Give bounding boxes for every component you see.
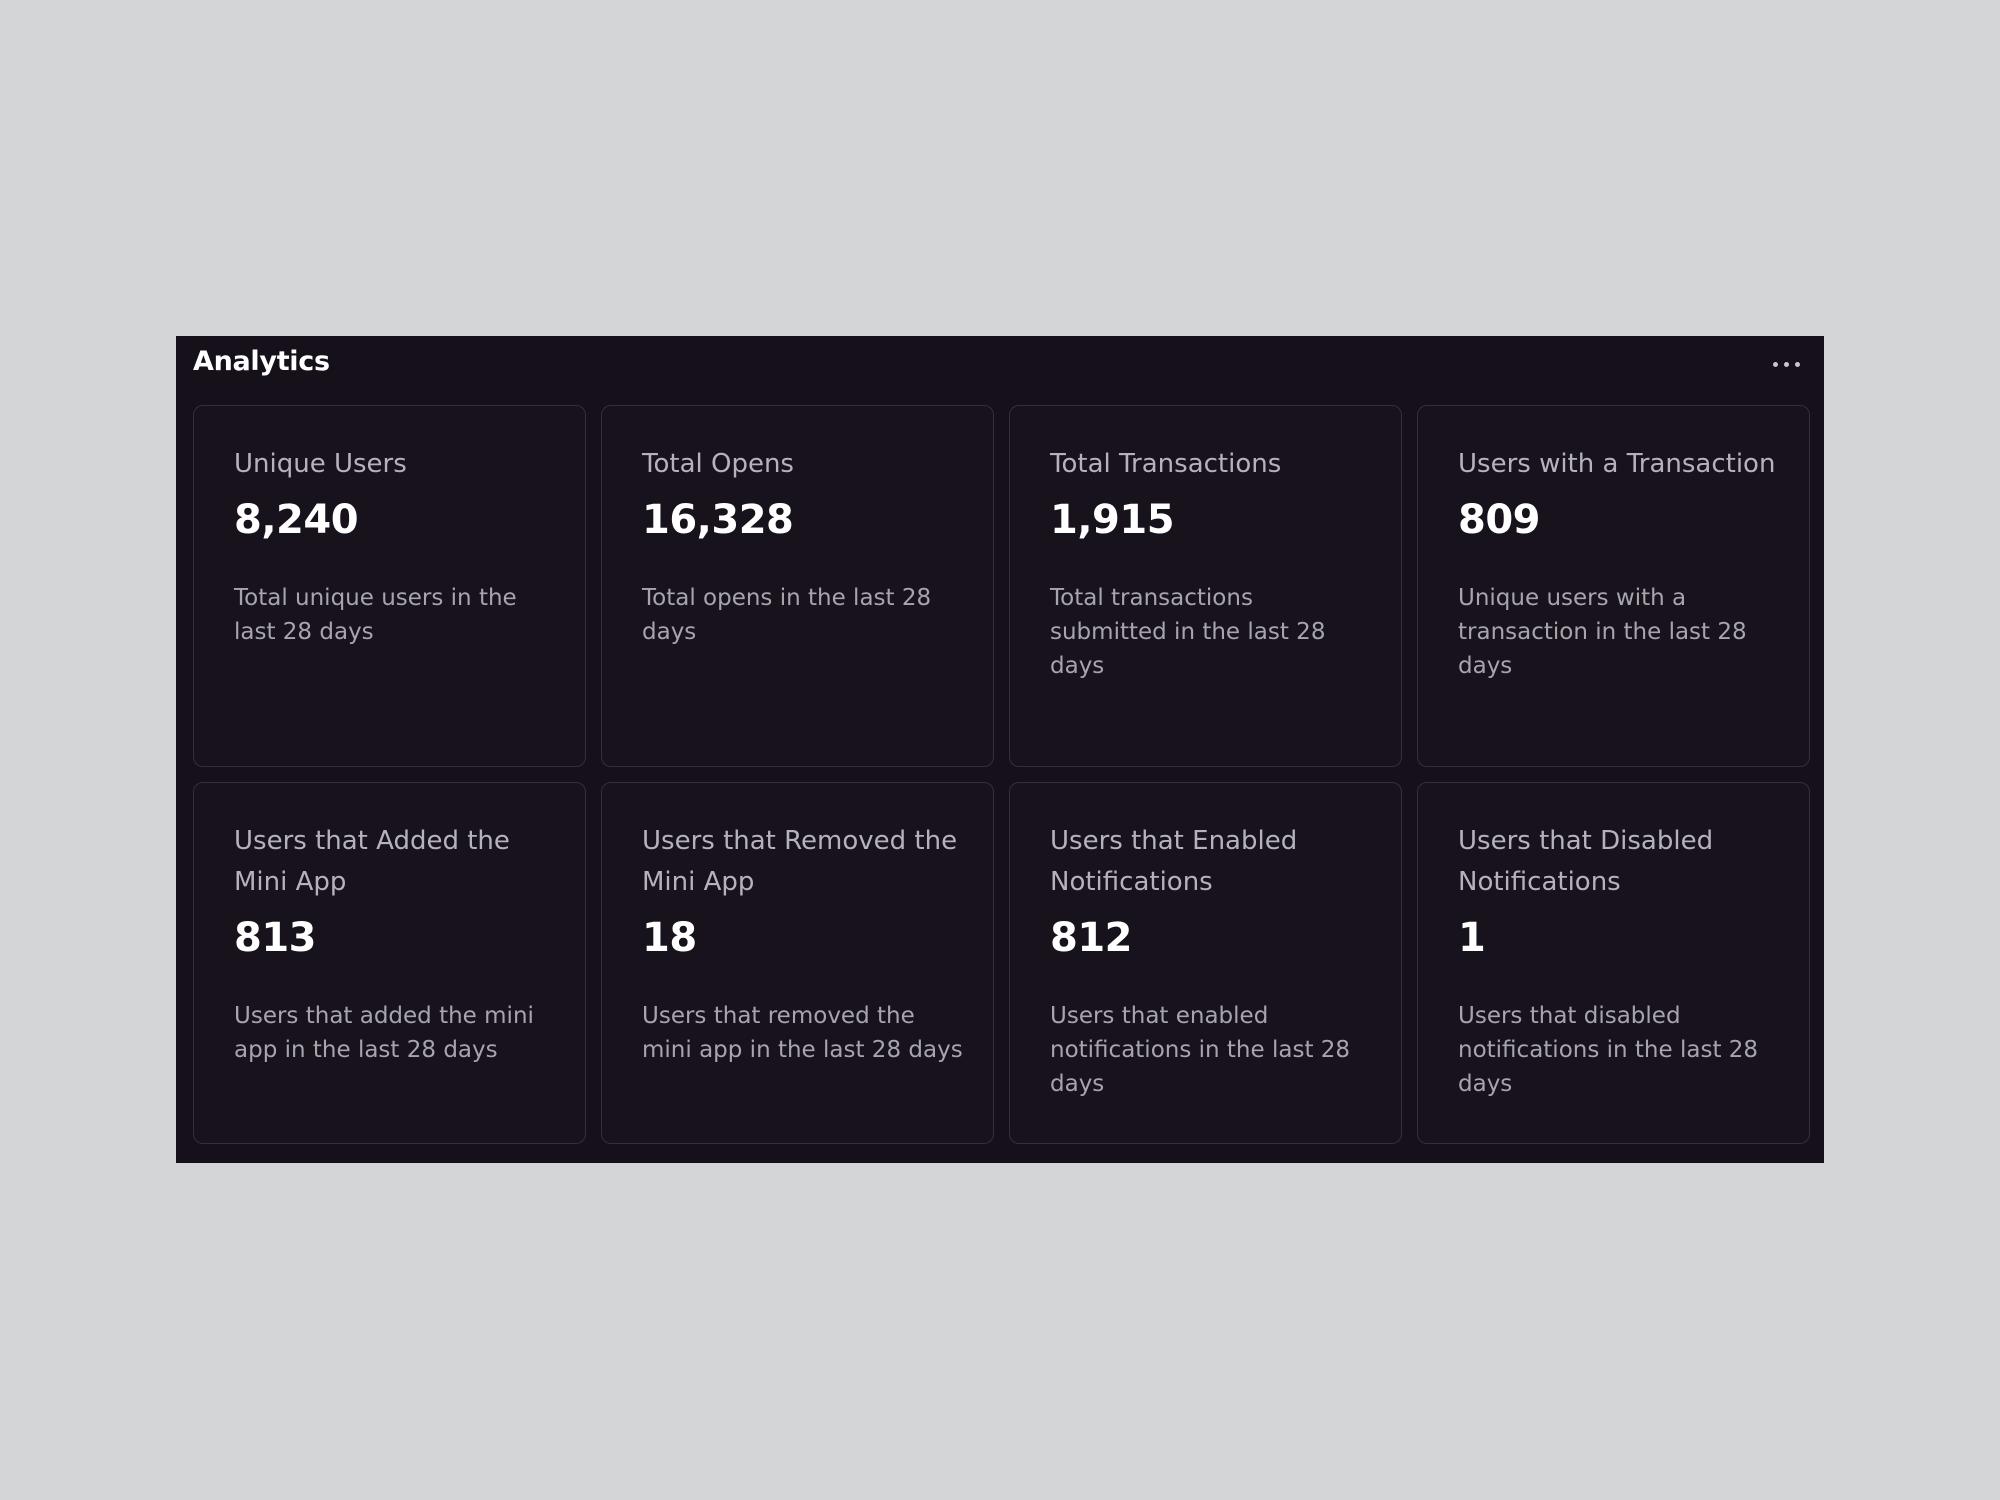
metric-card-users-removed-mini-app: Users that Removed the Mini App 18 Users… <box>601 782 994 1144</box>
more-horizontal-icon-dot <box>1794 361 1800 367</box>
metric-value: 812 <box>1050 915 1133 961</box>
metric-label: Unique Users <box>234 449 407 479</box>
metric-card-users-enabled-notifications: Users that Enabled Notifications 812 Use… <box>1009 782 1402 1144</box>
metric-label: Total Opens <box>642 449 794 479</box>
panel-title: Analytics <box>193 346 330 377</box>
metric-value: 18 <box>642 915 697 961</box>
metric-label: Users with a Transaction <box>1458 449 1776 479</box>
analytics-panel: Analytics Unique Users 8,240 Total uniqu… <box>176 336 1824 1163</box>
metric-label: Total Transactions <box>1050 449 1282 479</box>
metric-description: Users that added the mini app in the las… <box>234 1003 534 1063</box>
metric-label: Users that Disabled Notifications <box>1458 826 1714 897</box>
metric-card-total-transactions: Total Transactions 1,915 Total transacti… <box>1009 405 1402 767</box>
metric-card-users-with-transaction: Users with a Transaction 809 Unique user… <box>1417 405 1810 767</box>
metric-card-unique-users: Unique Users 8,240 Total unique users in… <box>193 405 586 767</box>
metric-label: Users that Added the Mini App <box>234 826 510 897</box>
metric-description: Unique users with a transaction in the l… <box>1458 585 1747 679</box>
metric-value: 1,915 <box>1050 497 1175 543</box>
more-horizontal-icon-dot <box>1783 361 1789 367</box>
metric-value: 16,328 <box>642 497 794 543</box>
metric-value: 8,240 <box>234 497 359 543</box>
metric-label: Users that Removed the Mini App <box>642 826 958 897</box>
metric-value: 813 <box>234 915 317 961</box>
metric-card-total-opens: Total Opens 16,328 Total opens in the la… <box>601 405 994 767</box>
metrics-grid: Unique Users 8,240 Total unique users in… <box>193 405 1811 1144</box>
metric-description: Users that enabled notifications in the … <box>1050 1003 1351 1097</box>
metric-card-users-disabled-notifications: Users that Disabled Notifications 1 User… <box>1417 782 1810 1144</box>
metric-card-users-added-mini-app: Users that Added the Mini App 813 Users … <box>193 782 586 1144</box>
metric-description: Users that disabled notifications in the… <box>1458 1003 1759 1097</box>
metric-label: Users that Enabled Notifications <box>1050 826 1298 897</box>
metric-value: 809 <box>1458 497 1541 543</box>
metric-description: Total transactions submitted in the last… <box>1050 585 1326 679</box>
metric-description: Users that removed the mini app in the l… <box>642 1003 963 1063</box>
more-horizontal-icon <box>1772 361 1778 367</box>
more-options-button[interactable] <box>1766 350 1806 378</box>
metric-value: 1 <box>1458 915 1486 961</box>
metric-description: Total opens in the last 28 days <box>642 585 932 645</box>
metric-description: Total unique users in the last 28 days <box>234 585 517 645</box>
